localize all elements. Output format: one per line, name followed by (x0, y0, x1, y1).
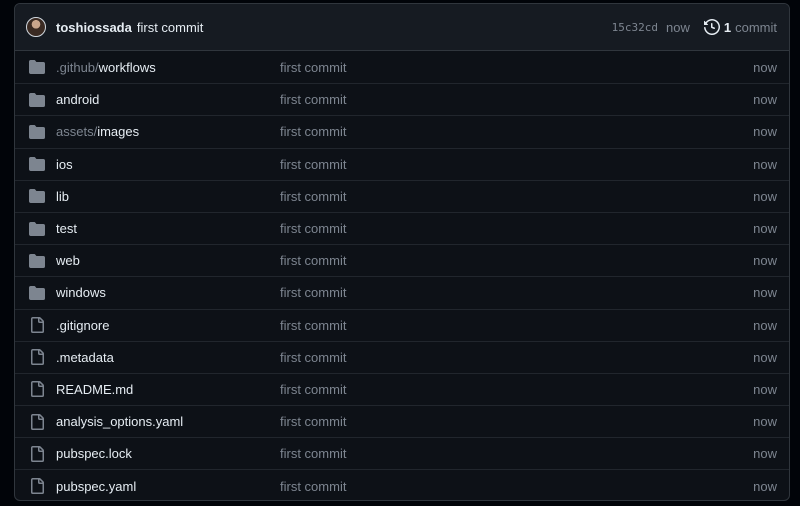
folder-icon (29, 285, 45, 301)
file-icon (29, 413, 45, 430)
file-commit-time: now (753, 124, 777, 140)
file-row[interactable]: README.md first commit now (15, 372, 789, 405)
file-name-link[interactable]: .gitignore (56, 318, 109, 333)
file-name-link[interactable]: web (56, 253, 80, 268)
file-name: .metadata (56, 349, 114, 365)
file-commit-time: now (753, 381, 777, 397)
file-name-link[interactable]: pubspec.yaml (56, 479, 136, 494)
file-icon (29, 349, 45, 366)
file-name: lib (56, 188, 70, 204)
file-commit-time: now (753, 221, 777, 237)
folder-icon (29, 124, 45, 140)
file-row[interactable]: web first commit now (15, 244, 789, 276)
file-icon (29, 317, 45, 334)
file-name: pubspec.lock (56, 446, 132, 462)
file-name: test (56, 221, 77, 237)
file-commit-message[interactable]: first commit (280, 157, 346, 172)
folder-icon (29, 59, 45, 75)
commit-author[interactable]: toshiossada (56, 20, 132, 35)
commit-time: now (666, 19, 690, 35)
file-row[interactable]: test first commit now (15, 211, 789, 244)
file-icon (29, 478, 45, 495)
file-commit-message[interactable]: first commit (280, 92, 346, 107)
avatar[interactable] (26, 17, 46, 37)
folder-icon (29, 92, 45, 108)
file-list: .github/workflows first commit now android f… (15, 51, 789, 500)
file-row[interactable]: assets/images first commit now (15, 115, 789, 147)
folder-icon (29, 221, 45, 237)
file-name: .gitignore (56, 317, 110, 333)
file-commit-time: now (753, 317, 777, 333)
file-name-link[interactable]: .metadata (56, 350, 114, 365)
file-row[interactable]: windows first commit now (15, 276, 789, 308)
file-commit-time: now (753, 92, 777, 108)
file-commit-time: now (753, 188, 777, 204)
file-commit-message[interactable]: first commit (280, 414, 346, 429)
file-name-link[interactable]: assets/images (56, 124, 139, 139)
file-name-link[interactable]: test (56, 221, 77, 236)
folder-icon (29, 253, 45, 269)
file-name-link[interactable]: README.md (56, 382, 133, 397)
folder-icon (29, 188, 45, 204)
repo-file-browser: toshiossada first commit 15c32cd now 1 c… (14, 3, 790, 501)
file-name-link[interactable]: pubspec.lock (56, 446, 132, 461)
commit-count-label: commit (735, 19, 777, 35)
path-prefix: assets/ (56, 124, 98, 140)
file-icon (29, 445, 45, 462)
file-commit-time: now (753, 59, 777, 75)
file-commit-message[interactable]: first commit (280, 446, 346, 461)
file-name-link[interactable]: windows (56, 285, 106, 300)
file-name: android (56, 92, 100, 108)
file-commit-message[interactable]: first commit (280, 253, 346, 268)
file-row[interactable]: pubspec.yaml first commit now (15, 469, 789, 500)
file-name: images (97, 124, 140, 140)
file-commit-message[interactable]: first commit (280, 189, 346, 204)
file-name: pubspec.yaml (56, 478, 137, 494)
file-row[interactable]: android first commit now (15, 83, 789, 115)
commit-sha[interactable]: 15c32cd (612, 21, 658, 34)
file-row[interactable]: ios first commit now (15, 147, 789, 180)
file-row[interactable]: .gitignore first commit now (15, 308, 789, 341)
file-name-link[interactable]: android (56, 92, 99, 107)
file-name: windows (56, 285, 106, 301)
file-name-link[interactable]: .github/workflows (56, 60, 156, 75)
file-commit-time: now (753, 253, 777, 269)
path-prefix: .github/ (56, 59, 99, 75)
file-commit-time: now (753, 478, 777, 494)
commit-message[interactable]: first commit (137, 20, 203, 35)
file-name-link[interactable]: analysis_options.yaml (56, 414, 183, 429)
file-commit-time: now (753, 285, 777, 301)
file-commit-time: now (753, 446, 777, 462)
file-commit-message[interactable]: first commit (280, 124, 346, 139)
file-row[interactable]: .github/workflows first commit now (15, 51, 789, 83)
file-row[interactable]: pubspec.lock first commit now (15, 437, 789, 469)
file-row[interactable]: lib first commit now (15, 179, 789, 212)
file-commit-time: now (753, 349, 777, 365)
file-commit-message[interactable]: first commit (280, 382, 346, 397)
file-commit-message[interactable]: first commit (280, 350, 346, 365)
file-commit-message[interactable]: first commit (280, 60, 346, 75)
folder-icon (29, 156, 45, 172)
commit-history-link[interactable]: 1 commit (703, 19, 777, 35)
file-row[interactable]: analysis_options.yaml first commit now (15, 405, 789, 437)
history-icon (703, 19, 720, 35)
file-name-link[interactable]: lib (56, 189, 69, 204)
file-name: README.md (56, 381, 134, 397)
file-icon (29, 381, 45, 398)
file-commit-message[interactable]: first commit (280, 285, 346, 300)
commit-count: 1 (723, 19, 732, 35)
file-commit-message[interactable]: first commit (280, 221, 346, 236)
file-name: web (56, 253, 80, 269)
file-name-link[interactable]: ios (56, 157, 73, 172)
file-name: workflows (98, 59, 156, 75)
file-commit-message[interactable]: first commit (280, 479, 346, 494)
file-commit-time: now (753, 414, 777, 430)
file-name: analysis_options.yaml (56, 414, 184, 430)
file-commit-message[interactable]: first commit (280, 318, 346, 333)
file-commit-time: now (753, 156, 777, 172)
latest-commit-bar: toshiossada first commit 15c32cd now 1 c… (15, 4, 789, 51)
file-name: ios (56, 156, 73, 172)
file-row[interactable]: .metadata first commit now (15, 340, 789, 373)
